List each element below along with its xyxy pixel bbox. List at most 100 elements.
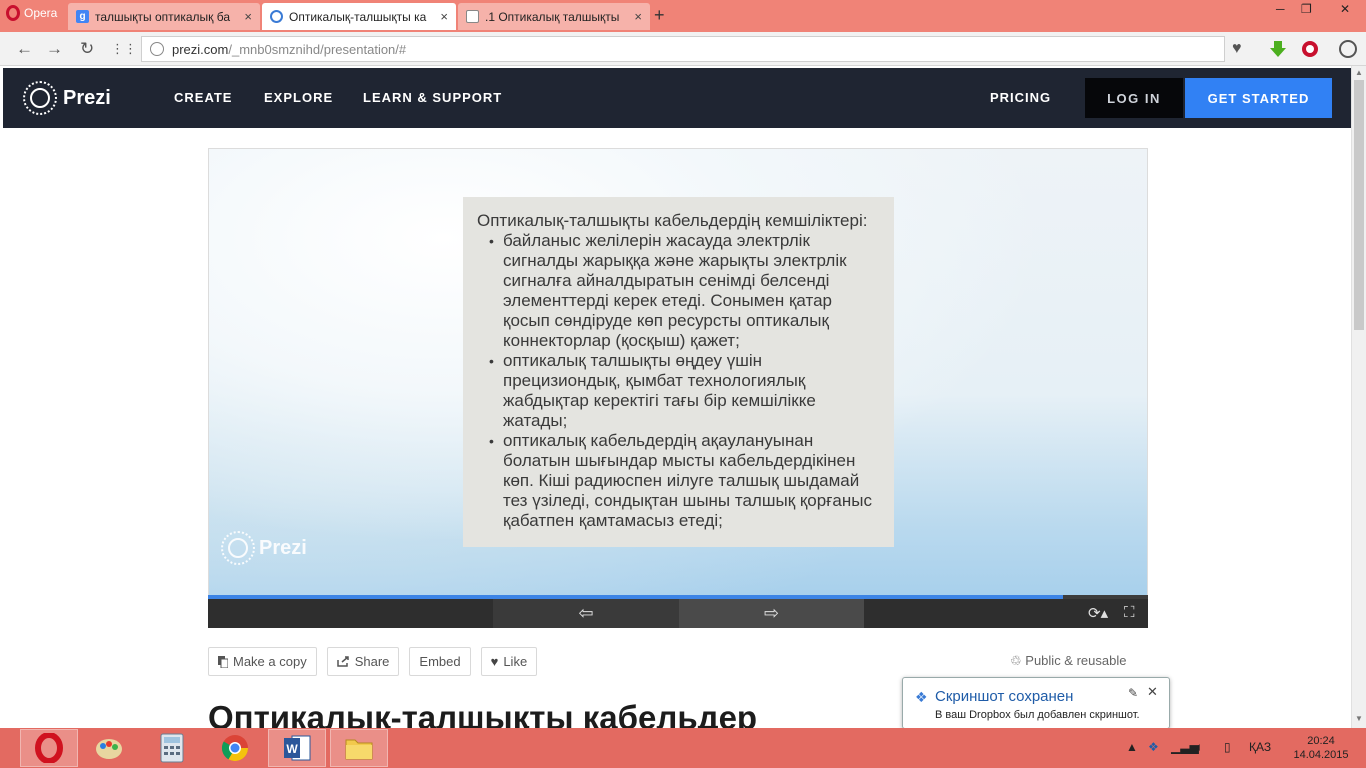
tab-search[interactable]: g талшықты оптикалық ба × — [68, 3, 260, 30]
opera-logo-icon — [6, 5, 20, 21]
public-reusable-badge: ♲ Public & reusable — [1010, 653, 1126, 669]
tab-title: талшықты оптикалық ба — [95, 9, 231, 24]
new-tab-button[interactable]: + — [654, 5, 665, 26]
battery-icon[interactable]: ▯ — [1224, 740, 1231, 754]
embed-button[interactable]: Embed — [409, 647, 471, 676]
input-language-indicator[interactable]: ҚАЗ — [1249, 740, 1271, 754]
taskbar-paint[interactable] — [80, 729, 138, 767]
taskbar-opera[interactable] — [20, 729, 78, 767]
prezi-watermark: Prezi — [221, 531, 307, 565]
taskbar-file-explorer[interactable] — [330, 729, 388, 767]
scroll-thumb[interactable] — [1354, 80, 1364, 330]
extension-icon[interactable] — [1338, 39, 1358, 59]
recycle-icon: ♲ — [1010, 653, 1022, 668]
arrow-right-icon: ⇨ — [763, 603, 780, 623]
public-label: Public & reusable — [1025, 653, 1127, 668]
site-info-icon[interactable] — [150, 42, 164, 56]
reload-button[interactable]: ↻ — [80, 39, 94, 59]
taskbar-word[interactable]: W — [268, 729, 326, 767]
clock-date: 14.04.2015 — [1293, 749, 1349, 761]
taskbar-clock[interactable]: 20:24 14.04.2015 — [1292, 734, 1350, 762]
slide-title: Оптикалық-талшықты кабельдердің кемшілік… — [477, 211, 868, 230]
like-label: Like — [503, 654, 528, 669]
calculator-app-icon — [160, 733, 184, 763]
heart-icon: ♥ — [490, 654, 499, 669]
share-button[interactable]: Share — [326, 647, 400, 676]
fullscreen-icon[interactable]: ⛶ — [1124, 604, 1135, 621]
volume-icon[interactable]: 🔈︎ — [1196, 740, 1203, 755]
network-signal-icon[interactable]: ▁▃▅ — [1171, 740, 1199, 754]
opera-app-icon — [35, 733, 63, 763]
paint-app-icon — [96, 739, 122, 759]
download-extension-icon[interactable] — [1268, 39, 1288, 59]
prezi-favicon-icon — [270, 10, 283, 23]
prezi-header: Prezi CREATE EXPLORE LEARN & SUPPORT PRI… — [3, 68, 1351, 128]
tab-title: .1 Оптикалық талшықты — [485, 9, 620, 24]
url-input[interactable]: prezi.com/_mnb0smznihd/presentation/# — [141, 36, 1225, 62]
restore-window-button[interactable]: ❐ — [1301, 2, 1312, 16]
dropbox-tray-icon[interactable]: ❖ — [1148, 740, 1159, 754]
taskbar-chrome[interactable] — [206, 729, 264, 767]
nav-learn-support[interactable]: LEARN & SUPPORT — [363, 90, 502, 105]
tab-prezi-active[interactable]: Оптикалық-талшықты ка × — [262, 3, 456, 30]
taskbar-calculator[interactable] — [143, 729, 201, 767]
notification-title: Скриншот сохранен — [935, 688, 1074, 705]
autoplay-icon[interactable]: ⟳▴ — [1088, 604, 1108, 622]
prezi-logo[interactable]: Prezi — [23, 81, 111, 115]
previous-step-button[interactable]: ⇦ — [493, 599, 679, 628]
tab-close-icon[interactable]: × — [244, 9, 252, 24]
make-copy-button[interactable]: Make a copy — [208, 647, 317, 676]
dropbox-notification[interactable]: ❖ Скриншот сохранен В ваш Dropbox был до… — [902, 677, 1170, 741]
windows-taskbar: W ▲ ❖ ▁▃▅ 🔈︎ ▯ ҚАЗ 20:24 14.04.2015 — [0, 728, 1366, 768]
prezi-logo-icon — [23, 81, 57, 115]
nav-explore[interactable]: EXPLORE — [264, 90, 333, 105]
speed-dial-button[interactable]: ⋮⋮ — [111, 41, 137, 57]
share-icon — [336, 656, 349, 667]
tab-close-icon[interactable]: × — [440, 9, 448, 24]
forward-button[interactable]: → — [46, 39, 63, 59]
address-bar-row: ← → ↻ ⋮⋮ prezi.com/_mnb0smznihd/presenta… — [0, 32, 1366, 66]
tray-overflow-icon[interactable]: ▲ — [1126, 740, 1138, 754]
presentation-controls: ⇦ ⇨ ⟳▴ ⛶ — [208, 599, 1148, 628]
prezi-watermark-icon — [221, 531, 255, 565]
next-step-button[interactable]: ⇨ — [679, 599, 864, 628]
google-favicon-icon: g — [76, 10, 89, 23]
tab-document[interactable]: .1 Оптикалық талшықты × — [458, 3, 650, 30]
slide-bullet: оптикалық кабельдердің ақаулануынан бола… — [489, 431, 880, 531]
opera-menu-button[interactable]: Opera — [0, 0, 66, 26]
get-started-button[interactable]: GET STARTED — [1185, 78, 1332, 118]
like-button[interactable]: ♥ Like — [480, 647, 538, 676]
url-host: prezi.com — [172, 41, 229, 57]
prezi-brand: Prezi — [63, 86, 111, 109]
login-button[interactable]: LOG IN — [1085, 78, 1183, 118]
pin-icon[interactable]: ✎ — [1128, 686, 1138, 700]
make-copy-label: Make a copy — [233, 654, 307, 669]
back-button[interactable]: ← — [16, 39, 33, 59]
share-label: Share — [354, 654, 390, 669]
clock-time: 20:24 — [1307, 735, 1335, 747]
adblock-extension-icon[interactable] — [1300, 39, 1320, 59]
scroll-down-icon[interactable]: ▼ — [1355, 714, 1363, 723]
presentation-stage[interactable]: Оптикалық-талшықты кабельдердің кемшілік… — [208, 148, 1148, 596]
url-path: /_mnb0smznihd/presentation/# — [228, 41, 407, 57]
opera-label: Opera — [24, 6, 58, 20]
bookmark-heart-button[interactable]: ♥ — [1232, 40, 1242, 58]
page-scrollbar[interactable]: ▲ ▼ — [1351, 66, 1366, 728]
embed-label: Embed — [419, 654, 461, 669]
scroll-up-icon[interactable]: ▲ — [1355, 68, 1363, 77]
tab-title: Оптикалық-талшықты ка — [289, 9, 427, 24]
notification-close-icon[interactable]: ✕ — [1147, 684, 1158, 700]
close-window-button[interactable]: ✕ — [1340, 2, 1350, 16]
minimize-window-button[interactable]: ─ — [1276, 2, 1285, 16]
nav-pricing[interactable]: PRICING — [990, 90, 1051, 105]
document-favicon-icon — [466, 10, 479, 23]
nav-create[interactable]: CREATE — [174, 90, 232, 105]
slide-bullet-list: байланыс желілерін жасауда электрлік сиг… — [477, 231, 880, 531]
notification-text: В ваш Dropbox был добавлен скриншот. — [935, 709, 1140, 721]
presentation-actions: Make a copy Share Embed ♥ Like — [208, 647, 538, 676]
chrome-app-icon — [221, 735, 249, 762]
tab-close-icon[interactable]: × — [634, 9, 642, 24]
slide-bullet: оптикалық талшықты өңдеу үшін прецизионд… — [489, 351, 880, 431]
dropbox-icon: ❖ — [915, 689, 928, 705]
arrow-left-icon: ⇦ — [578, 603, 594, 623]
